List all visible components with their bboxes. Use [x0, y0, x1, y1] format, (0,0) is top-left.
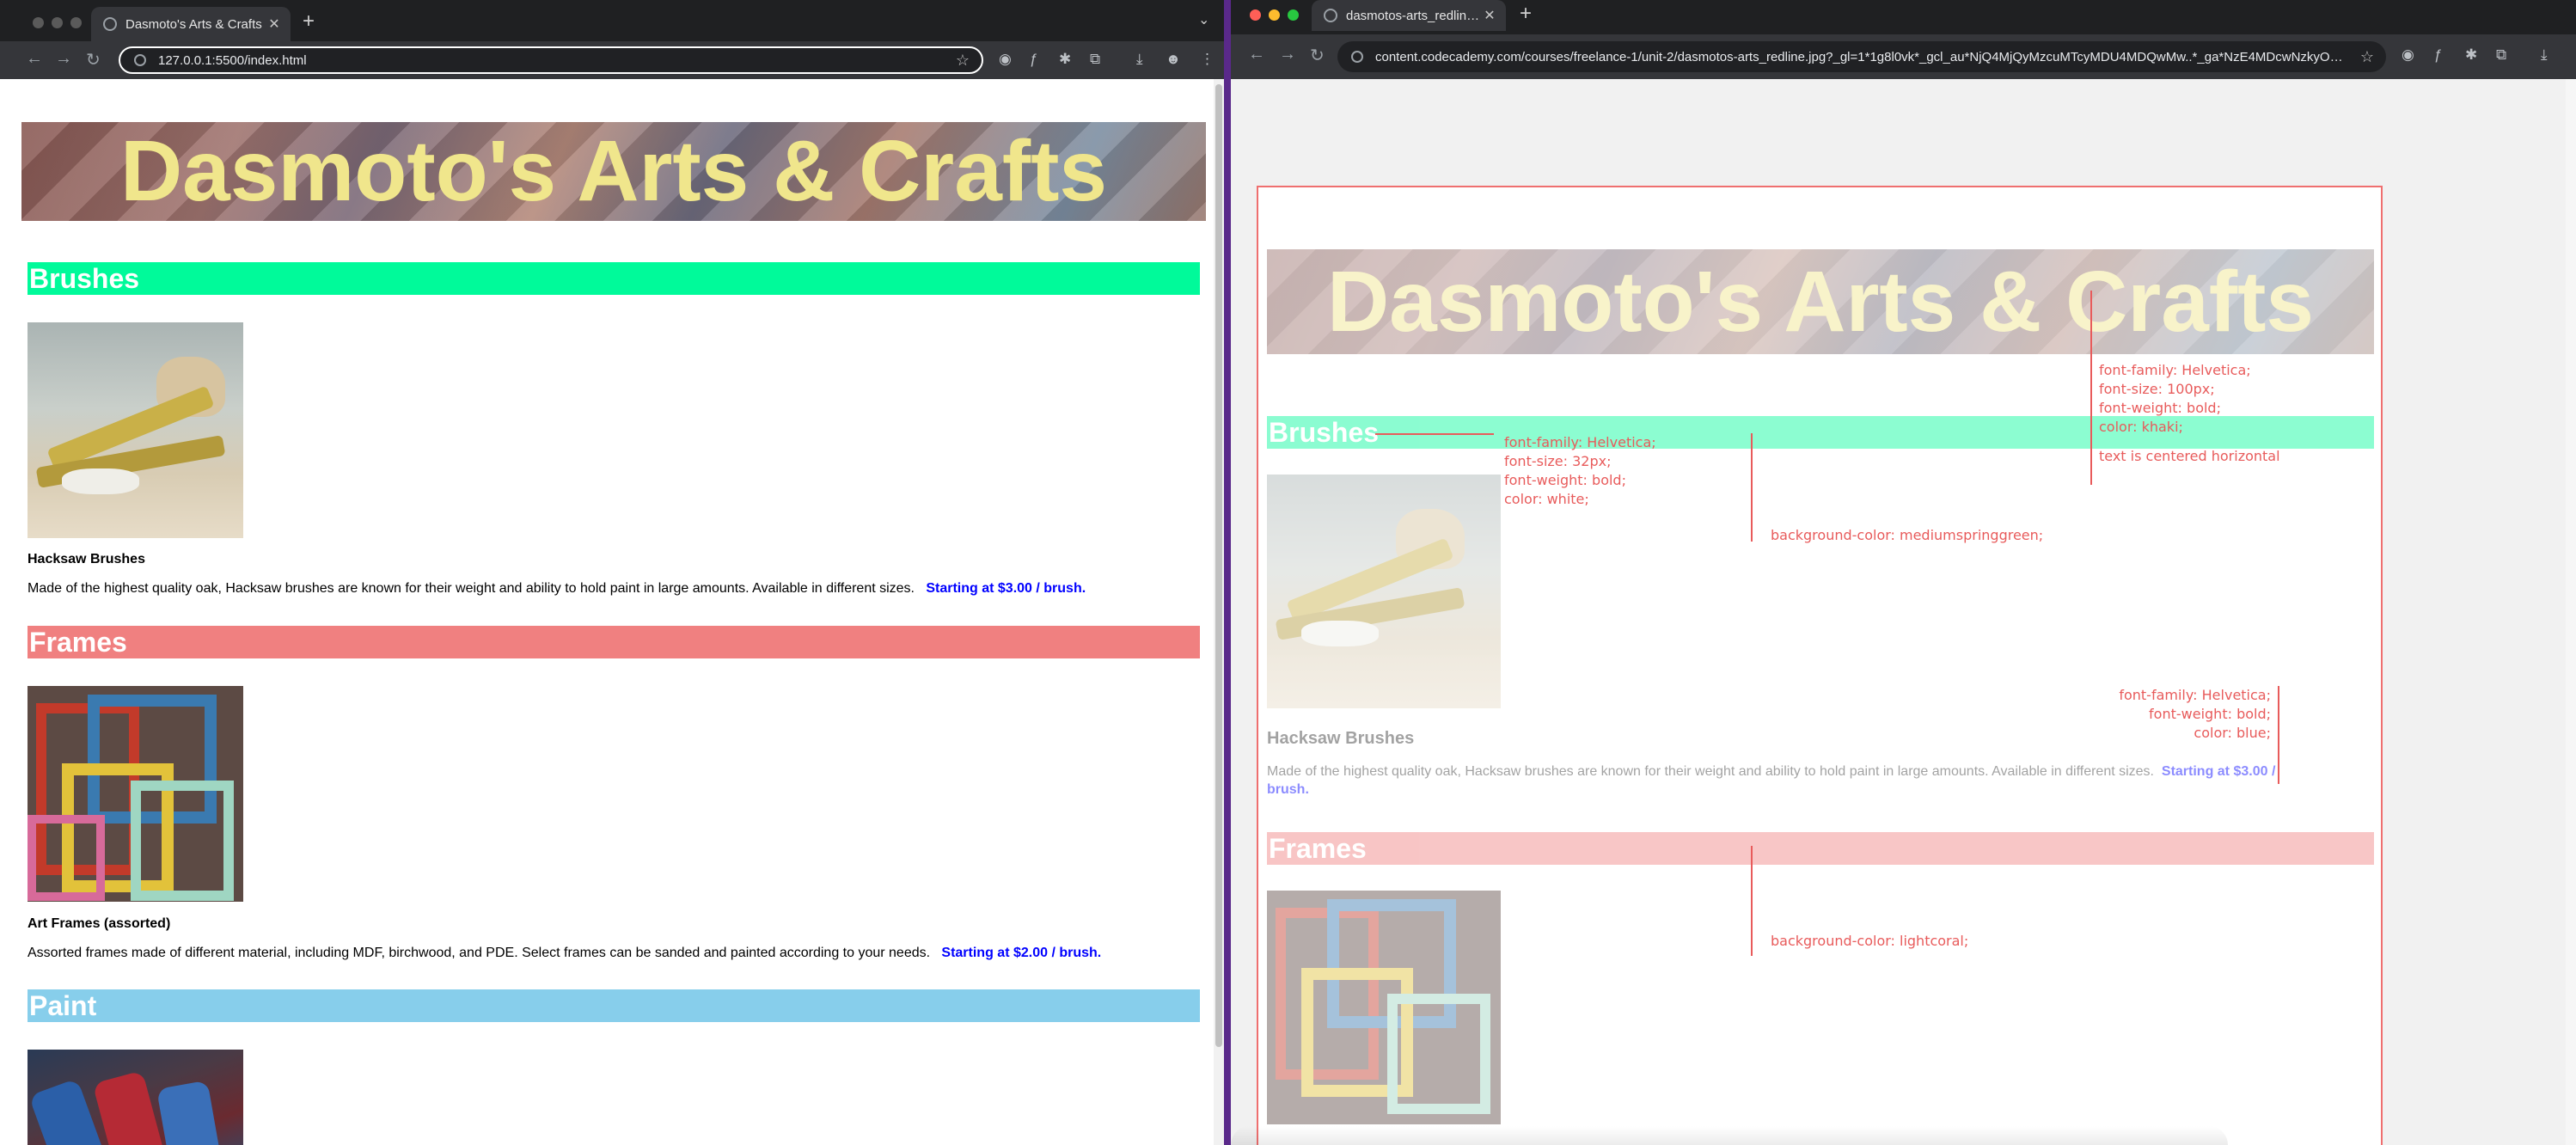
download-icon[interactable]: ⤓ [2541, 46, 2548, 64]
extension-font-icon[interactable]: ƒ [1030, 51, 1037, 68]
extension-color-icon[interactable]: ◉ [999, 51, 1012, 68]
redline-image: Dasmoto's Arts & Crafts Brushes Hacksaw … [1257, 186, 2383, 1145]
zoom-window-button[interactable] [1288, 9, 1299, 21]
image-viewer: Dasmoto's Arts & Crafts Brushes Hacksaw … [1231, 79, 2566, 1145]
mock-banner: Dasmoto's Arts & Crafts [1267, 249, 2374, 354]
heading-paint: Paint [28, 989, 1200, 1022]
mock-product-title: Hacksaw Brushes [1267, 729, 1415, 748]
price-style-note: font-family: Helvetica; font-weight: bold… [2119, 687, 2271, 741]
close-tab-icon[interactable]: ✕ [1480, 7, 1499, 24]
price-brushes: Starting at $3.00 / brush. [926, 581, 1086, 596]
forward-icon[interactable]: → [1279, 45, 1296, 64]
tab-redline-image[interactable]: dasmotos-arts_redline.jpg (1 ✕ [1312, 0, 1506, 31]
new-tab-button[interactable]: + [1520, 2, 1532, 26]
mock-frames-image [1267, 891, 1501, 1124]
frames-bg-leader-line [1751, 846, 1753, 956]
url-text: content.codecademy.com/courses/freelance… [1375, 49, 2348, 64]
brushes-bg-leader-line [1751, 433, 1753, 542]
window-controls [1250, 9, 1299, 21]
extension-gear-icon[interactable]: ✱ [1059, 51, 1071, 68]
address-bar[interactable]: content.codecademy.com/courses/freelance… [1337, 41, 2386, 72]
back-icon[interactable]: ← [1248, 45, 1265, 64]
extensions-puzzle-icon[interactable]: ⧉ [1090, 51, 1100, 68]
bookmark-star-icon[interactable]: ☆ [956, 52, 970, 70]
mock-site-title: Dasmoto's Arts & Crafts [1326, 253, 2315, 350]
profile-icon[interactable]: ☻ [1166, 51, 1181, 68]
heading-leader-line [1375, 433, 1494, 435]
tab-dasmoto[interactable]: Dasmoto's Arts & Crafts ✕ [91, 7, 291, 41]
window-controls [33, 17, 82, 28]
product-desc-frames: Assorted frames made of different materi… [28, 946, 1101, 961]
minimize-window-button[interactable] [52, 17, 63, 28]
product-title-brushes: Hacksaw Brushes [28, 552, 145, 566]
price-frames: Starting at $2.00 / brush. [941, 946, 1102, 960]
download-icon[interactable]: ⤓ [1136, 51, 1143, 68]
globe-icon [1324, 9, 1337, 22]
tab-title: Dasmoto's Arts & Crafts [125, 16, 262, 32]
tab-title: dasmotos-arts_redline.jpg (1 [1346, 8, 1480, 23]
tab-search-chevron-icon[interactable]: ⌄ [1198, 11, 1209, 28]
dock-shadow [1231, 1126, 2228, 1145]
minimize-window-button[interactable] [1269, 9, 1280, 21]
tab-strip: Dasmoto's Arts & Crafts ✕ + ⌄ [0, 0, 1224, 41]
browser-toolbar: ← → ↻ 127.0.0.1:5500/index.html ☆ ◉ ƒ ✱ … [0, 41, 1224, 79]
product-desc-brushes: Made of the highest quality oak, Hacksaw… [28, 581, 1086, 597]
bookmark-star-icon[interactable]: ☆ [2360, 48, 2374, 66]
url-text: 127.0.0.1:5500/index.html [158, 52, 307, 68]
tab-strip: dasmotos-arts_redline.jpg (1 ✕ + [1231, 0, 2576, 34]
title-leader-line [2090, 291, 2092, 485]
mock-brushes-image [1267, 475, 1501, 708]
mock-price: Starting at $3.00 / [2161, 764, 2276, 779]
page-content: Dasmoto's Arts & Crafts Brushes Hacksaw … [0, 79, 1214, 1145]
product-title-frames: Art Frames (assorted) [28, 916, 171, 931]
mock-price-2: brush. [1267, 782, 1309, 797]
extension-gear-icon[interactable]: ✱ [2465, 46, 2477, 64]
heading-brushes: Brushes [28, 262, 1200, 295]
desc-text: Assorted frames made of different materi… [28, 946, 931, 960]
reload-icon[interactable]: ↻ [86, 49, 101, 70]
address-bar[interactable]: 127.0.0.1:5500/index.html ☆ [119, 46, 983, 74]
browser-toolbar: ← → ↻ content.codecademy.com/courses/fre… [1231, 34, 2576, 79]
site-info-icon[interactable] [134, 54, 146, 66]
site-banner: Dasmoto's Arts & Crafts [21, 122, 1206, 221]
frames-image [28, 686, 243, 902]
scrollbar[interactable] [1214, 79, 1224, 1145]
reload-icon[interactable]: ↻ [1310, 45, 1325, 66]
extension-color-icon[interactable]: ◉ [2402, 46, 2414, 64]
globe-icon [103, 17, 117, 31]
mock-price-line2: brush. [1267, 782, 1309, 798]
back-icon[interactable]: ← [26, 49, 43, 69]
menu-kebab-icon[interactable]: ⋮ [1200, 51, 1215, 68]
close-window-button[interactable] [33, 17, 44, 28]
new-tab-button[interactable]: + [303, 9, 315, 34]
site-info-icon[interactable] [1351, 51, 1363, 63]
brushes-bg-note: background-color: mediumspringgreen; [1771, 527, 2044, 543]
close-tab-icon[interactable]: ✕ [265, 15, 284, 33]
price-leader-line [2278, 686, 2279, 784]
browser-window-right: dasmotos-arts_redline.jpg (1 ✕ + ← → ↻ c… [1231, 0, 2576, 1145]
desc-text: Made of the highest quality oak, Hacksaw… [1267, 764, 2154, 779]
brushes-image [28, 322, 243, 538]
extension-font-icon[interactable]: ƒ [2434, 46, 2442, 64]
forward-icon[interactable]: → [55, 49, 72, 69]
zoom-window-button[interactable] [70, 17, 82, 28]
browser-window-left: Dasmoto's Arts & Crafts ✕ + ⌄ ← → ↻ 127.… [0, 0, 1224, 1145]
desc-text: Made of the highest quality oak, Hacksaw… [28, 581, 915, 596]
close-window-button[interactable] [1250, 9, 1261, 21]
extensions-puzzle-icon[interactable]: ⧉ [2496, 46, 2506, 64]
title-style-note: font-family: Helvetica; font-size: 100px;… [2099, 362, 2280, 464]
paint-image [28, 1050, 243, 1145]
heading-style-note: font-family: Helvetica; font-size: 32px; f… [1504, 434, 1656, 507]
heading-frames: Frames [28, 626, 1200, 658]
mock-desc: Made of the highest quality oak, Hacksaw… [1267, 764, 2275, 780]
site-title: Dasmoto's Arts & Crafts [119, 123, 1108, 219]
scrollbar-thumb[interactable] [1215, 84, 1222, 1047]
scrollbar[interactable] [2566, 79, 2576, 1145]
mock-heading-frames: Frames [1267, 832, 2374, 865]
frames-bg-note: background-color: lightcoral; [1771, 933, 1969, 949]
